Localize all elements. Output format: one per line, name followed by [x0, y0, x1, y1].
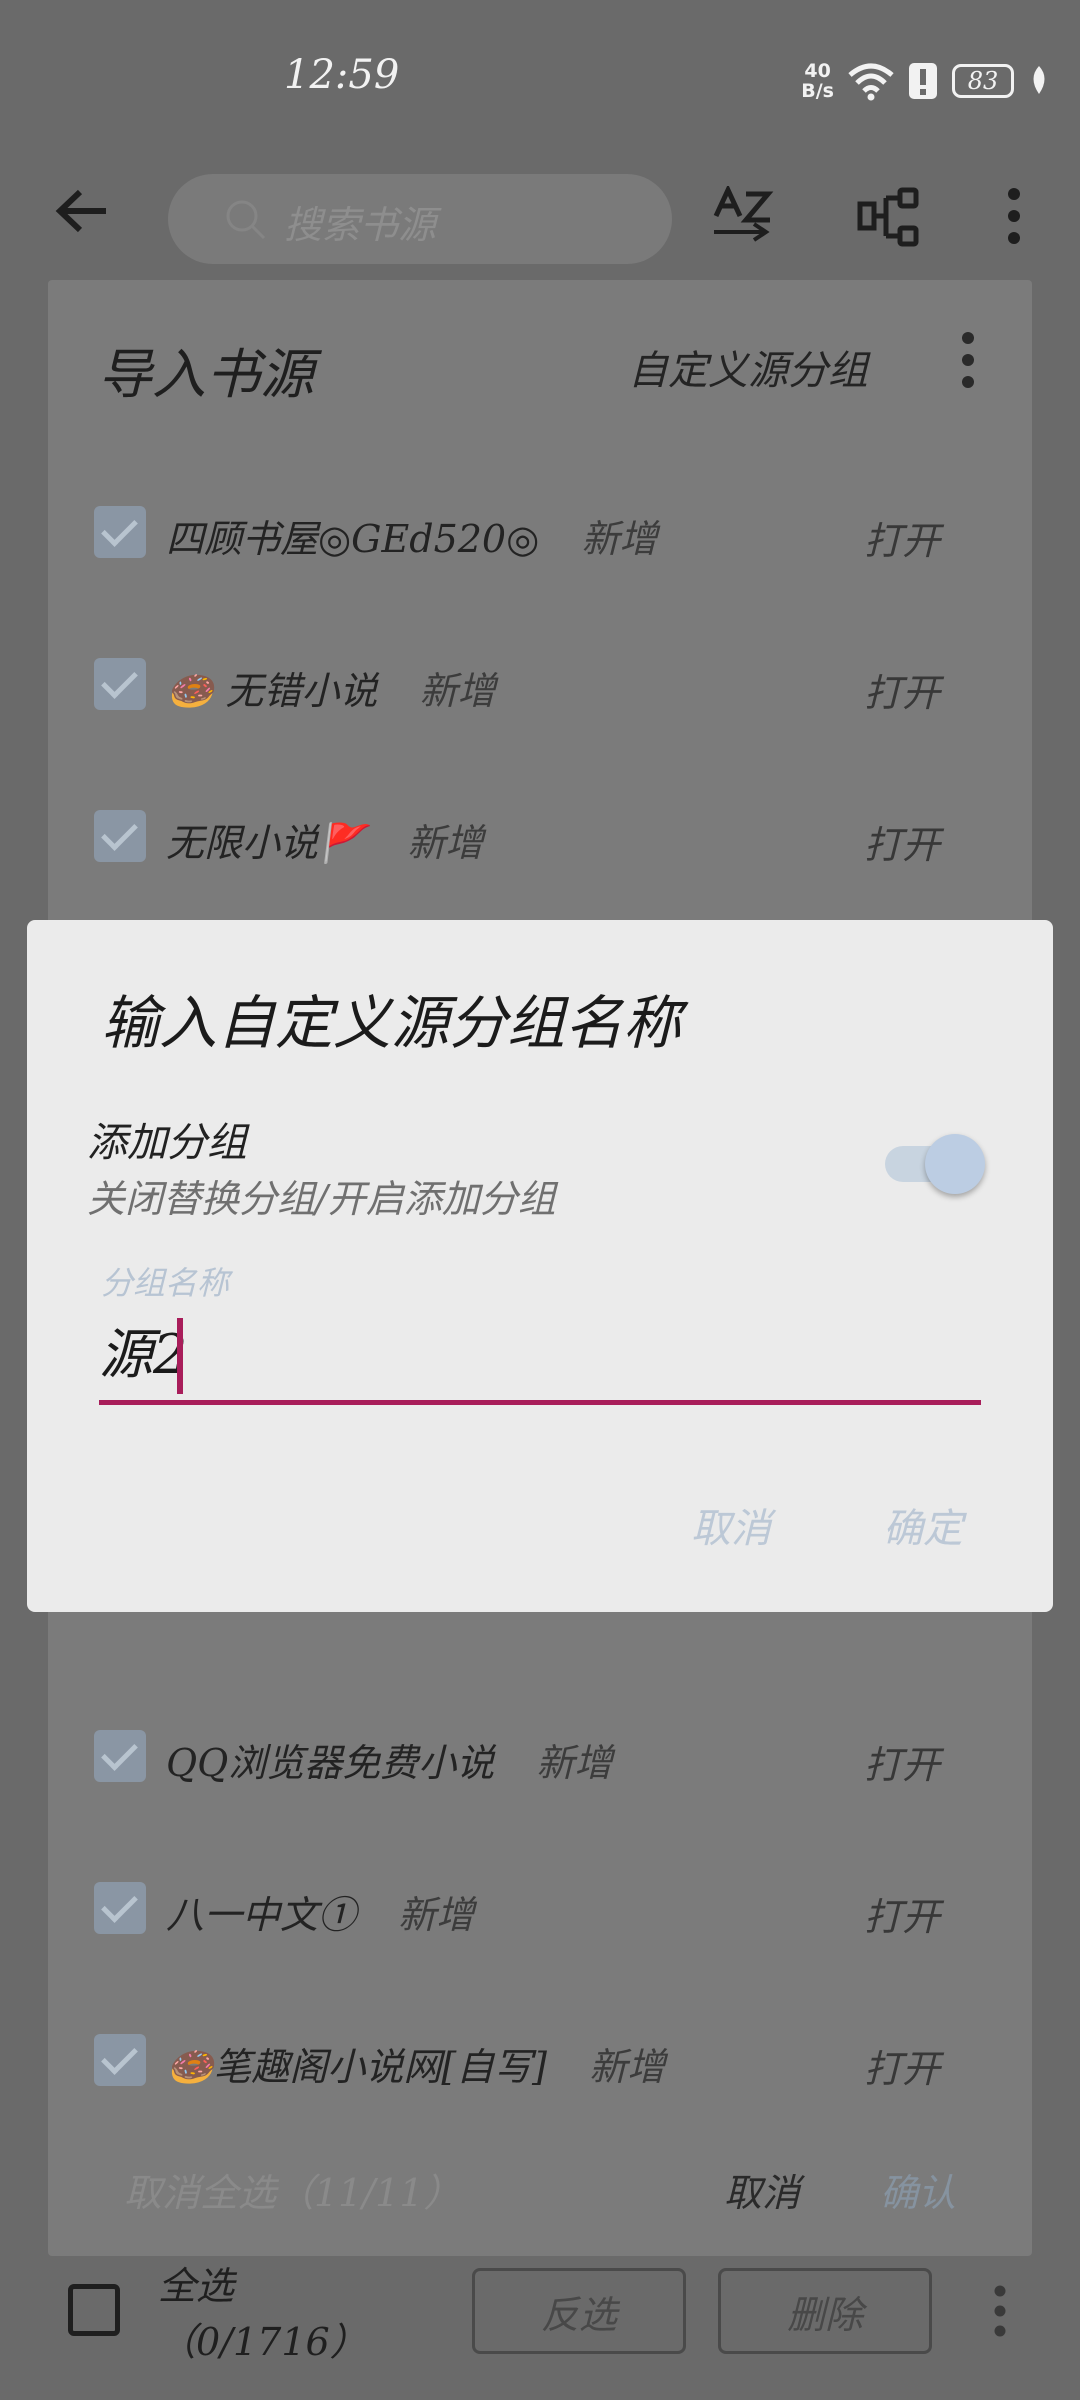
item-tag: 新增: [407, 821, 484, 865]
open-button[interactable]: 打开: [864, 662, 940, 717]
item-name: 🍩笔趣阁小说网[自写]: [166, 2045, 547, 2089]
network-speed: 40 B/s: [801, 61, 834, 101]
network-speed-unit: B/s: [801, 80, 834, 102]
open-button[interactable]: 打开: [864, 1886, 940, 1941]
group-name-input[interactable]: 源2: [99, 1310, 187, 1389]
item-tag: 新增: [581, 517, 658, 561]
battery-indicator: 83: [952, 64, 1014, 98]
dialog-title: 输入自定义源分组名称: [101, 989, 682, 1057]
more-vertical-icon[interactable]: [1004, 186, 1024, 246]
group-name-label: 分组名称: [101, 1264, 230, 1302]
item-name: 四顾书屋◎GEd520◎: [166, 517, 540, 561]
item-name: 🍩 无错小说: [166, 669, 378, 713]
item-tag: 新增: [536, 1741, 613, 1785]
wifi-icon: [848, 63, 894, 101]
item-checkbox[interactable]: [94, 1882, 146, 1934]
delete-button[interactable]: 删除: [718, 2268, 932, 2354]
cancel-button[interactable]: 取消: [691, 1496, 771, 1554]
item-checkbox[interactable]: [94, 810, 146, 862]
group-tree-icon[interactable]: [856, 186, 920, 250]
bottom-bar: 全选 （0/1716） 反选 删除: [0, 2258, 1080, 2400]
search-placeholder: 搜索书源: [284, 203, 437, 247]
open-button[interactable]: 打开: [864, 2038, 940, 2093]
more-vertical-icon[interactable]: [990, 2284, 1010, 2338]
item-checkbox[interactable]: [94, 1730, 146, 1782]
open-button[interactable]: 打开: [864, 814, 940, 869]
list-item[interactable]: QQ浏览器免费小说 新增 打开: [48, 1716, 1032, 1836]
item-name: QQ浏览器免费小说: [166, 1741, 495, 1785]
input-underline: [99, 1400, 981, 1405]
network-speed-value: 40: [804, 60, 831, 82]
open-button[interactable]: 打开: [864, 1734, 940, 1789]
list-item[interactable]: 无限小说🚩 新增 打开: [48, 796, 1032, 916]
open-button[interactable]: 打开: [864, 510, 940, 565]
item-name: 无限小说🚩: [166, 821, 366, 865]
sheet-confirm-button[interactable]: 确认: [880, 2162, 956, 2217]
sheet-cancel-button[interactable]: 取消: [724, 2162, 800, 2217]
status-icons: 40 B/s 83: [801, 56, 1050, 106]
back-arrow-icon[interactable]: [52, 186, 112, 236]
add-group-hint: 关闭替换分组/开启添加分组: [87, 1177, 556, 1221]
leaf-icon: [1033, 66, 1045, 94]
list-item[interactable]: 八一中文① 新增 打开: [48, 1868, 1032, 1988]
list-item[interactable]: 四顾书屋◎GEd520◎ 新增 打开: [48, 492, 1032, 612]
list-item[interactable]: 🍩笔趣阁小说网[自写] 新增 打开: [48, 2020, 1032, 2140]
screen: 12:59 40 B/s 83 搜索书源 导入书源 自定义源分组 四顾书屋◎GE…: [0, 0, 1080, 2400]
item-tag: 新增: [419, 669, 496, 713]
search-icon: [226, 200, 266, 240]
selection-count: （0/1716）: [158, 2320, 368, 2364]
more-vertical-icon[interactable]: [958, 330, 978, 390]
text-cursor: [177, 1318, 183, 1394]
status-time: 12:59: [284, 52, 400, 98]
toolbar: 搜索书源: [0, 130, 1080, 290]
deselect-all-button[interactable]: 取消全选（11/11）: [124, 2162, 462, 2217]
select-all-checkbox[interactable]: [68, 2284, 120, 2336]
list-item[interactable]: 🍩 无错小说 新增 打开: [48, 644, 1032, 764]
invert-selection-button[interactable]: 反选: [472, 2268, 686, 2354]
sheet-footer: 取消全选（11/11） 取消 确认: [48, 2162, 1032, 2222]
item-checkbox[interactable]: [94, 506, 146, 558]
sort-az-icon[interactable]: [710, 186, 776, 248]
select-all-label: 全选: [158, 2264, 235, 2308]
item-checkbox[interactable]: [94, 2034, 146, 2086]
item-name: 八一中文①: [166, 1893, 357, 1937]
alert-icon: [909, 63, 937, 99]
add-group-label: 添加分组: [87, 1120, 247, 1166]
search-input[interactable]: 搜索书源: [168, 174, 672, 264]
item-checkbox[interactable]: [94, 658, 146, 710]
confirm-button[interactable]: 确定: [883, 1496, 963, 1554]
custom-group-dialog: 输入自定义源分组名称 添加分组 关闭替换分组/开启添加分组 分组名称 源2 取消…: [27, 920, 1053, 1612]
custom-group-button[interactable]: 自定义源分组: [628, 338, 868, 396]
sheet-title: 导入书源: [98, 343, 314, 406]
item-tag: 新增: [398, 1893, 475, 1937]
switch-thumb[interactable]: [925, 1134, 985, 1194]
item-tag: 新增: [589, 2045, 666, 2089]
